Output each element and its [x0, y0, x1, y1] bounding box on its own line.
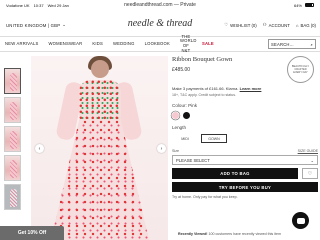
nav-item-world[interactable]: THE WORLD OF N&T	[175, 34, 197, 53]
swatch-black[interactable]	[183, 112, 190, 119]
main-nav: NEW ARRIVALS WOMENSWEAR KIDS WEDDING LOO…	[0, 34, 320, 53]
account-link[interactable]: ⚇ ACCOUNT	[263, 22, 290, 28]
nav-item-new-arrivals[interactable]: NEW ARRIVALS	[0, 41, 44, 47]
next-image-button[interactable]: ›	[157, 144, 166, 153]
search-icon: ⌕	[310, 41, 313, 47]
wishlist-label: WISHLIST (0)	[230, 22, 257, 28]
chevron-left-icon: ‹	[38, 145, 41, 152]
length-option-midi[interactable]: MIDI	[172, 134, 198, 143]
recently-viewed-banner: Recently Viewed! 100 customers have rece…	[178, 232, 318, 236]
wishlist-link[interactable]: ♡ WISHLIST (0)	[224, 22, 257, 28]
bag-link[interactable]: ⌂ BAG (0)	[296, 23, 316, 28]
klarna-learn-more-link[interactable]: Learn more	[240, 86, 262, 91]
nav-item-kids[interactable]: KIDS	[87, 41, 108, 47]
swatch-pink[interactable]	[172, 112, 179, 119]
account-label: ACCOUNT	[268, 22, 290, 28]
heart-icon: ♡	[224, 22, 229, 27]
bag-label: BAG (0)	[300, 22, 316, 28]
nav-item-lookbook[interactable]: LOOKBOOK	[140, 41, 175, 47]
battery-icon	[305, 3, 314, 7]
nav-item-womenswear[interactable]: WOMENSWEAR	[44, 41, 88, 47]
search-placeholder: SEARCH...	[271, 41, 294, 47]
bag-icon: ⌂	[295, 22, 299, 28]
search-input[interactable]: SEARCH... ⌕	[268, 39, 316, 49]
url-text[interactable]: needleandthread.com — Private	[0, 2, 320, 8]
size-select[interactable]: PLEASE SELECT ⌄	[172, 155, 318, 165]
user-icon: ⚇	[262, 22, 267, 27]
discount-tab[interactable]: Get 10% Off	[0, 226, 64, 240]
klarna-message: Make 3 payments of £161.66. Klarna. Lear…	[172, 86, 318, 91]
chat-button[interactable]	[292, 212, 309, 229]
size-label: Size	[172, 149, 179, 153]
thumbnail-3[interactable]	[4, 126, 21, 152]
colour-label: Colour: Pink	[172, 103, 198, 108]
heart-icon: ♡	[307, 170, 313, 177]
chat-icon	[296, 217, 305, 224]
thumbnail-4[interactable]	[4, 155, 21, 181]
length-label: Length	[172, 125, 187, 130]
thumbnail-2[interactable]	[4, 97, 21, 123]
chevron-down-icon: ⌄	[310, 157, 314, 163]
length-option-gown[interactable]: GOWN	[201, 134, 227, 143]
status-bar: Vodafone UK 10:37 Wed 29 Jan needleandth…	[0, 0, 320, 10]
try-before-note: Try at home. Only pay for what you keep.	[172, 195, 238, 199]
klarna-terms: 18+, T&C apply. Credit subject to status…	[172, 93, 237, 97]
try-before-you-buy-button[interactable]: TRY BEFORE YOU BUY	[172, 182, 318, 192]
add-to-bag-button[interactable]: ADD TO BAG	[172, 168, 298, 179]
klarna-text: Make 3 payments of £161.66. Klarna.	[172, 86, 239, 91]
size-guide-link[interactable]: SIZE GUIDE	[298, 149, 318, 153]
nav-item-wedding[interactable]: WEDDING	[108, 41, 140, 47]
length-options: MIDI GOWN	[172, 134, 318, 143]
badge-text: BEAUTIFULLY CRAFTED EVERY DAY	[291, 65, 310, 74]
prev-image-button[interactable]: ‹	[35, 144, 44, 153]
product-main-image[interactable]	[31, 56, 168, 240]
image-part	[91, 60, 109, 78]
add-to-wishlist-button[interactable]: ♡	[302, 168, 318, 179]
thumbnail-5[interactable]	[4, 184, 21, 210]
thumbnail-list	[4, 68, 23, 213]
colour-swatches	[172, 112, 318, 119]
nav-item-sale[interactable]: SALE	[197, 41, 219, 47]
crafted-badge: BEAUTIFULLY CRAFTED EVERY DAY	[287, 56, 314, 83]
image-part	[79, 80, 121, 120]
chevron-right-icon: ›	[160, 145, 163, 152]
recently-viewed-title: Recently Viewed!	[178, 232, 208, 236]
size-select-value: PLEASE SELECT	[176, 157, 210, 163]
recently-viewed-text: 100 customers have recently viewed this …	[208, 232, 282, 236]
thumbnail-1[interactable]	[4, 68, 21, 94]
site-header: UNITED KINGDOM | GBP ⌄ needle & thread ♡…	[0, 10, 320, 36]
